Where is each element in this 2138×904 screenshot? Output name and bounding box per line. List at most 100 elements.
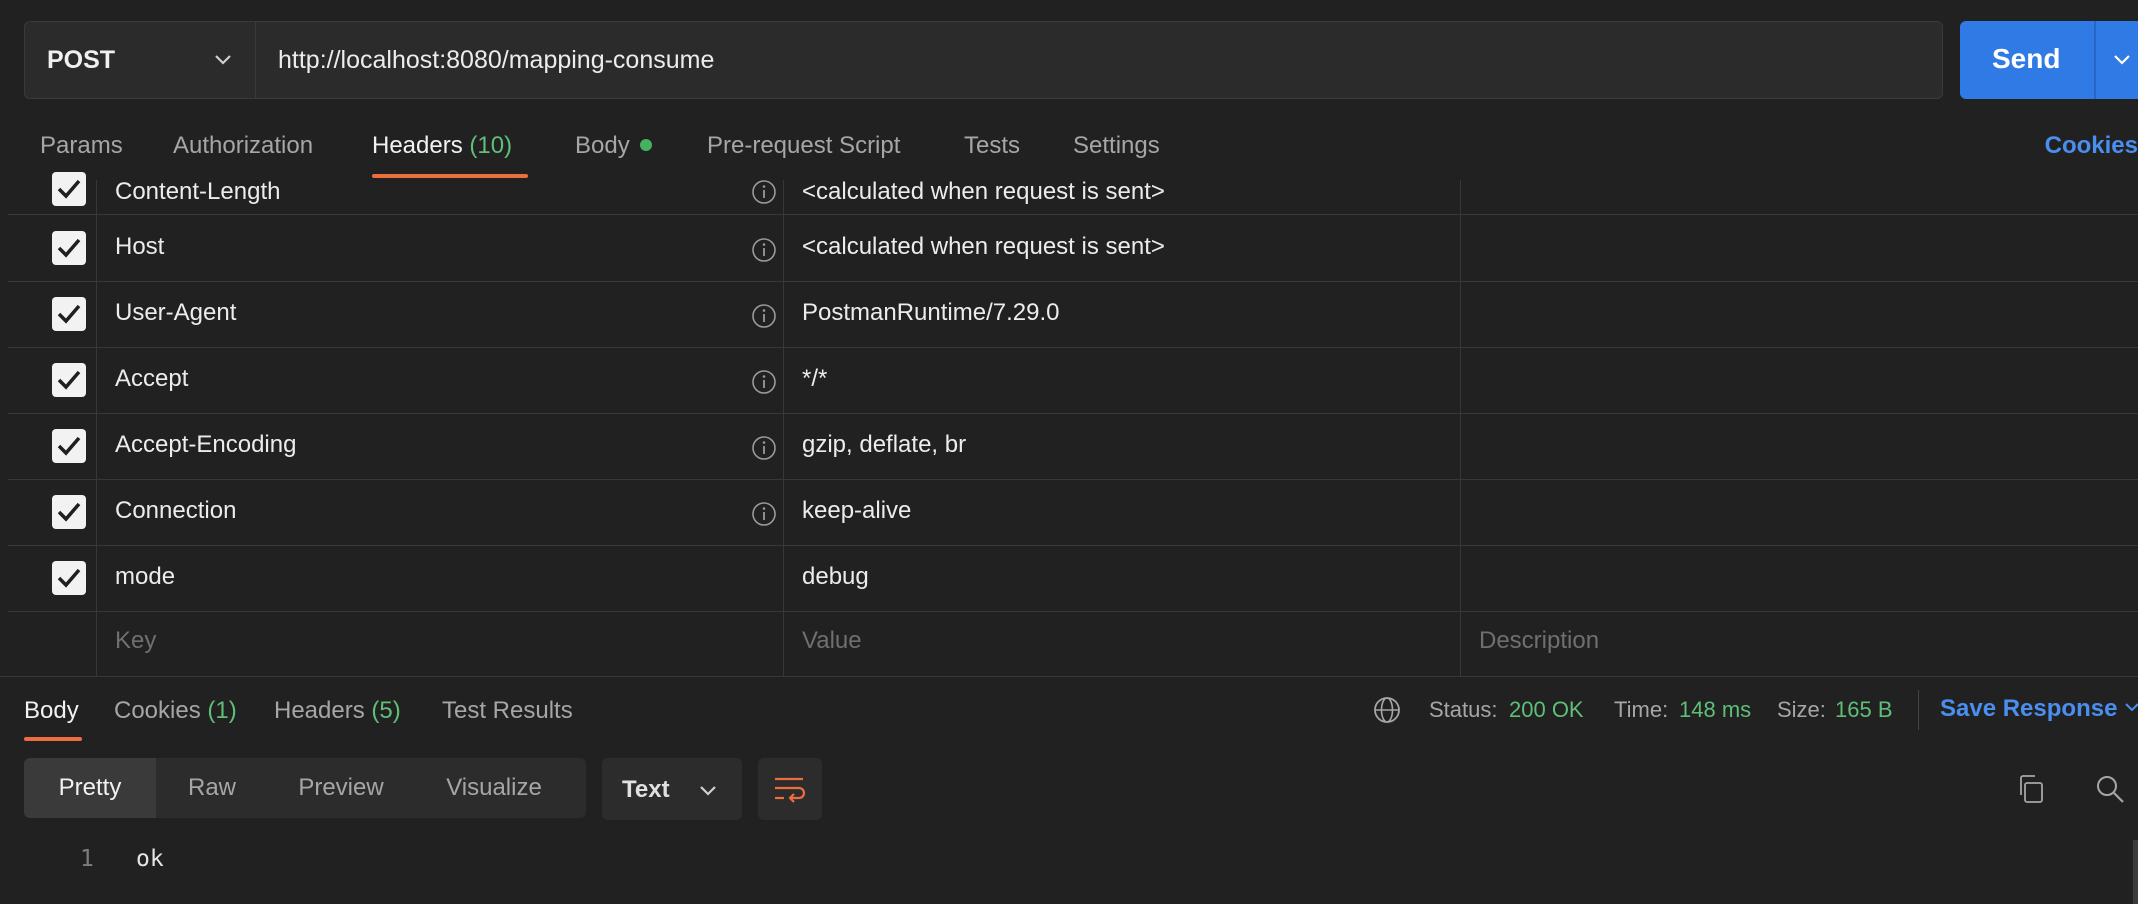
tab-tests[interactable]: Tests — [964, 132, 1020, 160]
size-value[interactable]: 165 B — [1835, 697, 1893, 723]
globe-icon[interactable] — [1372, 695, 1402, 725]
info-icon[interactable] — [751, 435, 777, 461]
tab-body-label: Body — [575, 132, 630, 159]
method-label: POST — [47, 45, 116, 74]
info-icon[interactable] — [751, 179, 777, 205]
chevron-down-icon — [215, 55, 231, 65]
header-key[interactable]: Accept — [115, 365, 188, 393]
info-icon[interactable] — [751, 501, 777, 527]
chevron-down-icon[interactable] — [2112, 49, 2132, 69]
response-tab-cookies[interactable]: Cookies (1) — [114, 697, 237, 725]
size-label: Size: — [1777, 697, 1826, 722]
checkbox[interactable] — [52, 297, 86, 331]
header-key[interactable]: Content-Length — [115, 178, 280, 206]
value-placeholder: Value — [802, 627, 862, 654]
header-value[interactable]: <calculated when request is sent> — [802, 178, 1165, 206]
send-label: Send — [1992, 43, 2061, 74]
table-row: mode debug — [8, 545, 2138, 612]
header-value[interactable]: keep-alive — [802, 497, 911, 525]
wrap-lines-button[interactable] — [758, 758, 822, 820]
cookies-link[interactable]: Cookies — [2045, 132, 2138, 160]
description-input[interactable]: Description — [1461, 611, 2138, 677]
header-key[interactable]: Host — [115, 233, 164, 261]
header-description[interactable] — [1461, 479, 2138, 545]
chevron-down-icon — [700, 786, 716, 796]
info-icon[interactable] — [751, 237, 777, 263]
response-tab-headers-count: (5) — [371, 697, 401, 724]
header-description[interactable] — [1461, 413, 2138, 479]
header-value[interactable]: gzip, deflate, br — [802, 431, 966, 459]
view-raw[interactable]: Raw — [156, 758, 268, 818]
header-description[interactable] — [1461, 215, 2138, 281]
search-icon[interactable] — [2094, 773, 2126, 805]
header-key[interactable]: Accept-Encoding — [115, 431, 296, 459]
wrap-lines-icon — [775, 777, 806, 803]
checkmark-icon — [57, 502, 81, 522]
info-icon[interactable] — [751, 303, 777, 329]
key-placeholder: Key — [115, 627, 157, 654]
header-key[interactable]: mode — [115, 563, 175, 591]
tab-pre-request-script[interactable]: Pre-request Script — [707, 132, 900, 160]
header-key[interactable]: Connection — [115, 497, 236, 525]
response-tab-cookies-count: (1) — [207, 697, 237, 724]
header-value[interactable]: <calculated when request is sent> — [802, 233, 1165, 261]
header-value[interactable]: */* — [802, 365, 827, 393]
request-tabs: Params Authorization Headers (10) Body P… — [0, 120, 2138, 180]
response-divider — [0, 676, 2138, 677]
tab-headers[interactable]: Headers (10) — [372, 132, 512, 160]
tab-params[interactable]: Params — [40, 132, 123, 160]
time-value[interactable]: 148 ms — [1679, 697, 1751, 723]
view-pretty[interactable]: Pretty — [24, 758, 156, 818]
status-divider — [1918, 690, 1919, 730]
view-mode-selector: Pretty Raw Preview Visualize — [24, 758, 586, 818]
description-placeholder: Description — [1479, 627, 1600, 654]
key-input[interactable]: Key — [97, 611, 784, 677]
tab-headers-count: (10) — [469, 132, 513, 159]
value-input[interactable]: Value — [784, 611, 1461, 677]
checkbox[interactable] — [52, 561, 86, 595]
checkbox[interactable] — [52, 172, 86, 206]
tab-body[interactable]: Body — [575, 132, 652, 160]
status-value[interactable]: 200 OK — [1509, 697, 1584, 723]
response-tab-body[interactable]: Body — [24, 697, 79, 725]
response-tab-headers-label: Headers — [274, 697, 365, 724]
checkbox[interactable] — [52, 429, 86, 463]
response-body-text[interactable]: ok — [136, 846, 164, 872]
table-row: Accept-Encoding gzip, deflate, br — [8, 413, 2138, 480]
response-tab-headers[interactable]: Headers (5) — [274, 697, 401, 725]
checkbox[interactable] — [52, 231, 86, 265]
checkmark-icon — [57, 238, 81, 258]
checkbox[interactable] — [52, 363, 86, 397]
send-button[interactable]: Send — [1960, 21, 2138, 99]
checkmark-icon — [57, 568, 81, 588]
view-preview[interactable]: Preview — [268, 758, 414, 818]
view-visualize[interactable]: Visualize — [414, 758, 574, 818]
format-select[interactable]: Text — [602, 758, 742, 820]
header-value[interactable]: debug — [802, 563, 869, 591]
save-response-button[interactable]: Save Response — [1940, 695, 2138, 723]
url-input[interactable]: http://localhost:8080/mapping-consume — [255, 21, 1943, 99]
time-label: Time: — [1614, 697, 1669, 722]
checkmark-icon — [57, 436, 81, 456]
checkmark-icon — [57, 370, 81, 390]
table-row: Host <calculated when request is sent> — [8, 215, 2138, 282]
header-key[interactable]: User-Agent — [115, 299, 236, 327]
header-value[interactable]: PostmanRuntime/7.29.0 — [802, 299, 1059, 327]
tab-authorization[interactable]: Authorization — [173, 132, 313, 160]
active-tab-indicator — [372, 174, 528, 178]
line-number: 1 — [80, 846, 94, 872]
new-header-row: Key Value Description — [8, 611, 2138, 677]
table-row: Content-Length <calculated when request … — [8, 172, 2138, 215]
tab-settings[interactable]: Settings — [1073, 132, 1160, 160]
checkbox[interactable] — [52, 495, 86, 529]
checkmark-icon — [57, 179, 81, 199]
method-select[interactable]: POST — [24, 21, 255, 99]
response-tab-test-results[interactable]: Test Results — [442, 697, 573, 725]
copy-icon[interactable] — [2015, 773, 2047, 805]
format-label: Text — [622, 776, 670, 803]
header-description[interactable] — [1461, 347, 2138, 413]
header-description[interactable] — [1461, 281, 2138, 347]
header-description[interactable] — [1461, 545, 2138, 611]
scrollbar[interactable] — [2133, 840, 2138, 904]
info-icon[interactable] — [751, 369, 777, 395]
